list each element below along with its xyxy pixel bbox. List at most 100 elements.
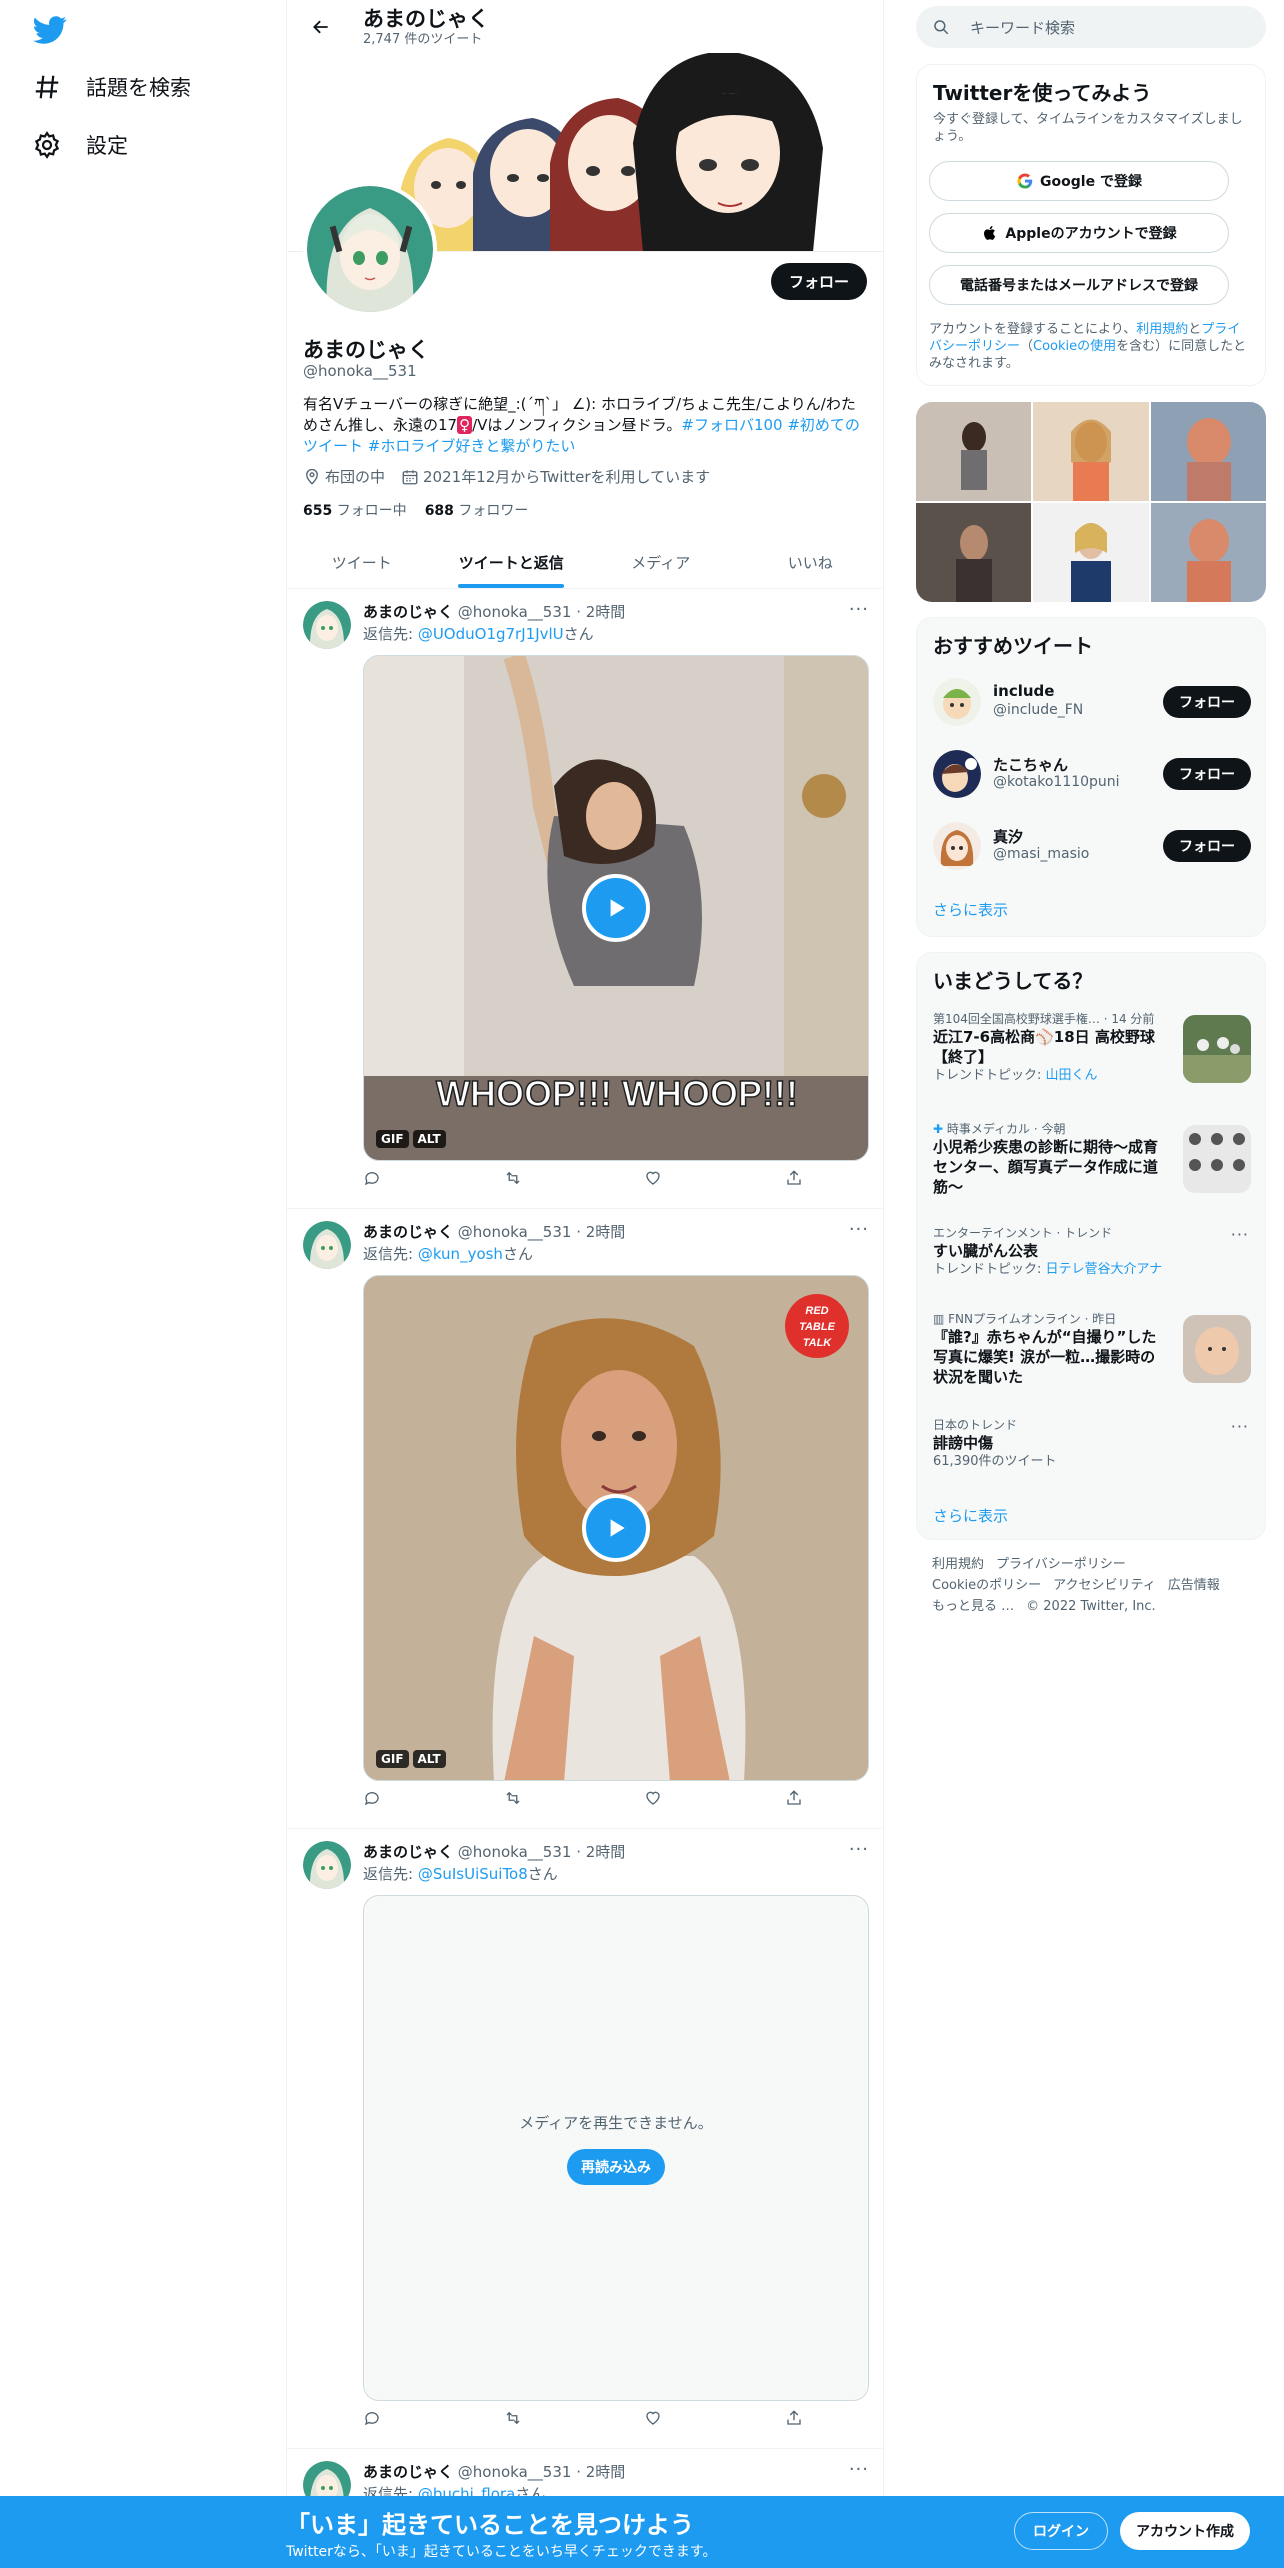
follow-button[interactable]: フォロー [1163,830,1251,862]
tweet-time[interactable]: · 2時間 [576,603,625,621]
tweet-author-name[interactable]: あまのじゃく [363,1843,453,1861]
reply-icon[interactable] [363,1789,381,1807]
trend-item[interactable]: エンターテインメント · トレンド すい臓がん公表 トレンドトピック: 日テレ菅… [933,1225,1251,1279]
tweet-author-handle[interactable]: @honoka__531 [458,603,572,621]
tweet-author-handle[interactable]: @honoka__531 [458,1223,572,1241]
trend-item[interactable]: ✚ 時事メディカル · 今朝 小児希少疾患の診断に期待～成育センター、顔写真デー… [933,1121,1251,1197]
tweet-author-handle[interactable]: @honoka__531 [458,2463,572,2481]
login-button[interactable]: ログイン [1014,2512,1108,2550]
tweet-author-name[interactable]: あまのじゃく [363,2463,453,2481]
recommended-user[interactable]: たこちゃん @kotako1110puni フォロー [933,748,1251,800]
footer-terms-link[interactable]: 利用規約 [932,1557,984,1572]
more-options-icon[interactable]: ··· [849,1839,869,1860]
retweet-icon[interactable] [504,1169,522,1187]
trend-topic-link[interactable]: 山田くん [1046,1068,1098,1083]
apple-signup-button[interactable]: Appleのアカウントで登録 [929,213,1229,253]
play-icon[interactable] [582,1494,650,1562]
follow-button[interactable]: フォロー [1163,758,1251,790]
more-options-icon[interactable]: ··· [849,1219,869,1240]
footer-more-link[interactable]: もっと見る … [932,1599,1014,1614]
retweet-icon[interactable] [504,1789,522,1807]
tweet[interactable]: あまのじゃく @honoka__531 · 2時間 ··· 返信先: @UOdu… [287,589,883,1209]
profile-meta: 布団の中 2021年12月からTwitterを利用しています [303,466,710,487]
like-icon[interactable] [644,1169,662,1187]
tweet[interactable]: あまのじゃく @honoka__531 · 2時間 ··· 返信先: @kun_… [287,1209,883,1829]
more-options-icon[interactable]: ··· [849,599,869,620]
reply-icon[interactable] [363,2409,381,2427]
media-thumbnail[interactable] [916,402,1032,501]
avatar[interactable] [933,750,981,798]
followers-link[interactable]: 688 フォロワー [425,500,529,520]
media-thumbnail[interactable] [1150,503,1266,602]
signup-button[interactable]: アカウント作成 [1120,2512,1250,2550]
trend-item[interactable]: 第104回全国高校野球選手権… · 14 分前 近江7-6高松商⚾18日 高校野… [933,1011,1251,1085]
tab-media[interactable]: メディア [586,536,736,588]
alt-badge[interactable]: ALT [412,1130,446,1148]
footer-accessibility-link[interactable]: アクセシビリティ [1053,1578,1156,1593]
google-signup-button[interactable]: Google で登録 [929,161,1229,201]
trend-topic-link[interactable]: 日テレ菅谷大介アナ [1046,1262,1163,1277]
media-thumbnail[interactable] [1150,402,1266,501]
prompt-headline: 「いま」起きていることを見つけよう [286,2511,694,2539]
avatar[interactable] [303,1841,351,1889]
tweet-gif-media[interactable]: RED TABLE TALK GIF ALT [363,1275,869,1781]
tweet-gif-media[interactable]: WHOOP!!! WHOOP!!! GIF ALT [363,655,869,1161]
cookie-link[interactable]: Cookieの使用 [1033,339,1116,354]
trends-show-more-link[interactable]: さらに表示 [933,1505,1008,1526]
twitter-logo-icon[interactable] [30,13,70,47]
apple-icon [984,226,996,240]
recommended-user-name: たこちゃん [993,756,1069,774]
more-options-icon[interactable]: ··· [1231,1225,1249,1244]
share-icon[interactable] [785,2409,803,2427]
media-thumbnail[interactable] [916,503,1032,602]
retweet-icon[interactable] [504,2409,522,2427]
follow-button[interactable]: フォロー [1163,686,1251,718]
terms-link[interactable]: 利用規約 [1136,322,1188,337]
tab-tweets-and-replies[interactable]: ツイートと返信 [437,536,587,588]
more-options-icon[interactable]: ··· [849,2459,869,2480]
tweet-time[interactable]: · 2時間 [576,2463,625,2481]
recommended-user[interactable]: 真汐 @masi_masio フォロー [933,820,1251,872]
nav-settings[interactable]: 設定 [32,125,128,165]
share-icon[interactable] [785,1789,803,1807]
tweet-time[interactable]: · 2時間 [576,1223,625,1241]
trend-item[interactable]: ▥ FNNプライムオンライン · 昨日 『誰?』赤ちゃんが“自撮り”した写真に爆… [933,1311,1251,1387]
alt-badge[interactable]: ALT [412,1750,446,1768]
media-thumbnail[interactable] [1033,402,1149,501]
play-icon[interactable] [582,874,650,942]
trend-item[interactable]: 日本のトレンド 誹謗中傷 61,390件のツイート ··· [933,1417,1251,1471]
avatar[interactable] [303,601,351,649]
like-icon[interactable] [644,1789,662,1807]
nav-explore[interactable]: 話題を検索 [32,67,191,107]
phone-email-signup-button[interactable]: 電話番号またはメールアドレスで登録 [929,265,1229,305]
reply-to-link[interactable]: @SuIsUiSuiTo8 [418,1865,528,1883]
tweet-author-name[interactable]: あまのじゃく [363,1223,453,1241]
tweet-author-name[interactable]: あまのじゃく [363,603,453,621]
avatar[interactable] [933,678,981,726]
more-options-icon[interactable]: ··· [1231,1417,1249,1436]
profile-avatar[interactable] [303,182,437,316]
reply-to-link[interactable]: @kun_yosh [418,1245,503,1263]
profile-follow-button[interactable]: フォロー [770,263,867,300]
tab-tweets[interactable]: ツイート [287,536,437,588]
media-thumbnail[interactable] [1033,503,1149,602]
reply-to-link[interactable]: @UOduO1g7rJ1JvlU [418,625,564,643]
following-link[interactable]: 655 フォロー中 [303,500,407,520]
reload-button[interactable]: 再読み込み [567,2148,665,2185]
back-arrow-icon[interactable] [301,7,341,47]
footer-cookie-link[interactable]: Cookieのポリシー [932,1578,1041,1593]
tweet-time[interactable]: · 2時間 [576,1843,625,1861]
avatar[interactable] [303,1221,351,1269]
footer-ads-link[interactable]: 広告情報 [1168,1578,1220,1593]
avatar[interactable] [933,822,981,870]
like-icon[interactable] [644,2409,662,2427]
recommend-show-more-link[interactable]: さらに表示 [933,899,1008,920]
tweet-author-handle[interactable]: @honoka__531 [458,1843,572,1861]
tweet[interactable]: あまのじゃく @honoka__531 · 2時間 ··· 返信先: @SuIs… [287,1829,883,2449]
footer-privacy-link[interactable]: プライバシーポリシー [996,1557,1126,1572]
tab-likes[interactable]: いいね [736,536,884,588]
share-icon[interactable] [785,1169,803,1187]
search-input[interactable]: キーワード検索 [916,6,1266,48]
reply-icon[interactable] [363,1169,381,1187]
recommended-user[interactable]: include @include_FN フォロー [933,676,1251,728]
